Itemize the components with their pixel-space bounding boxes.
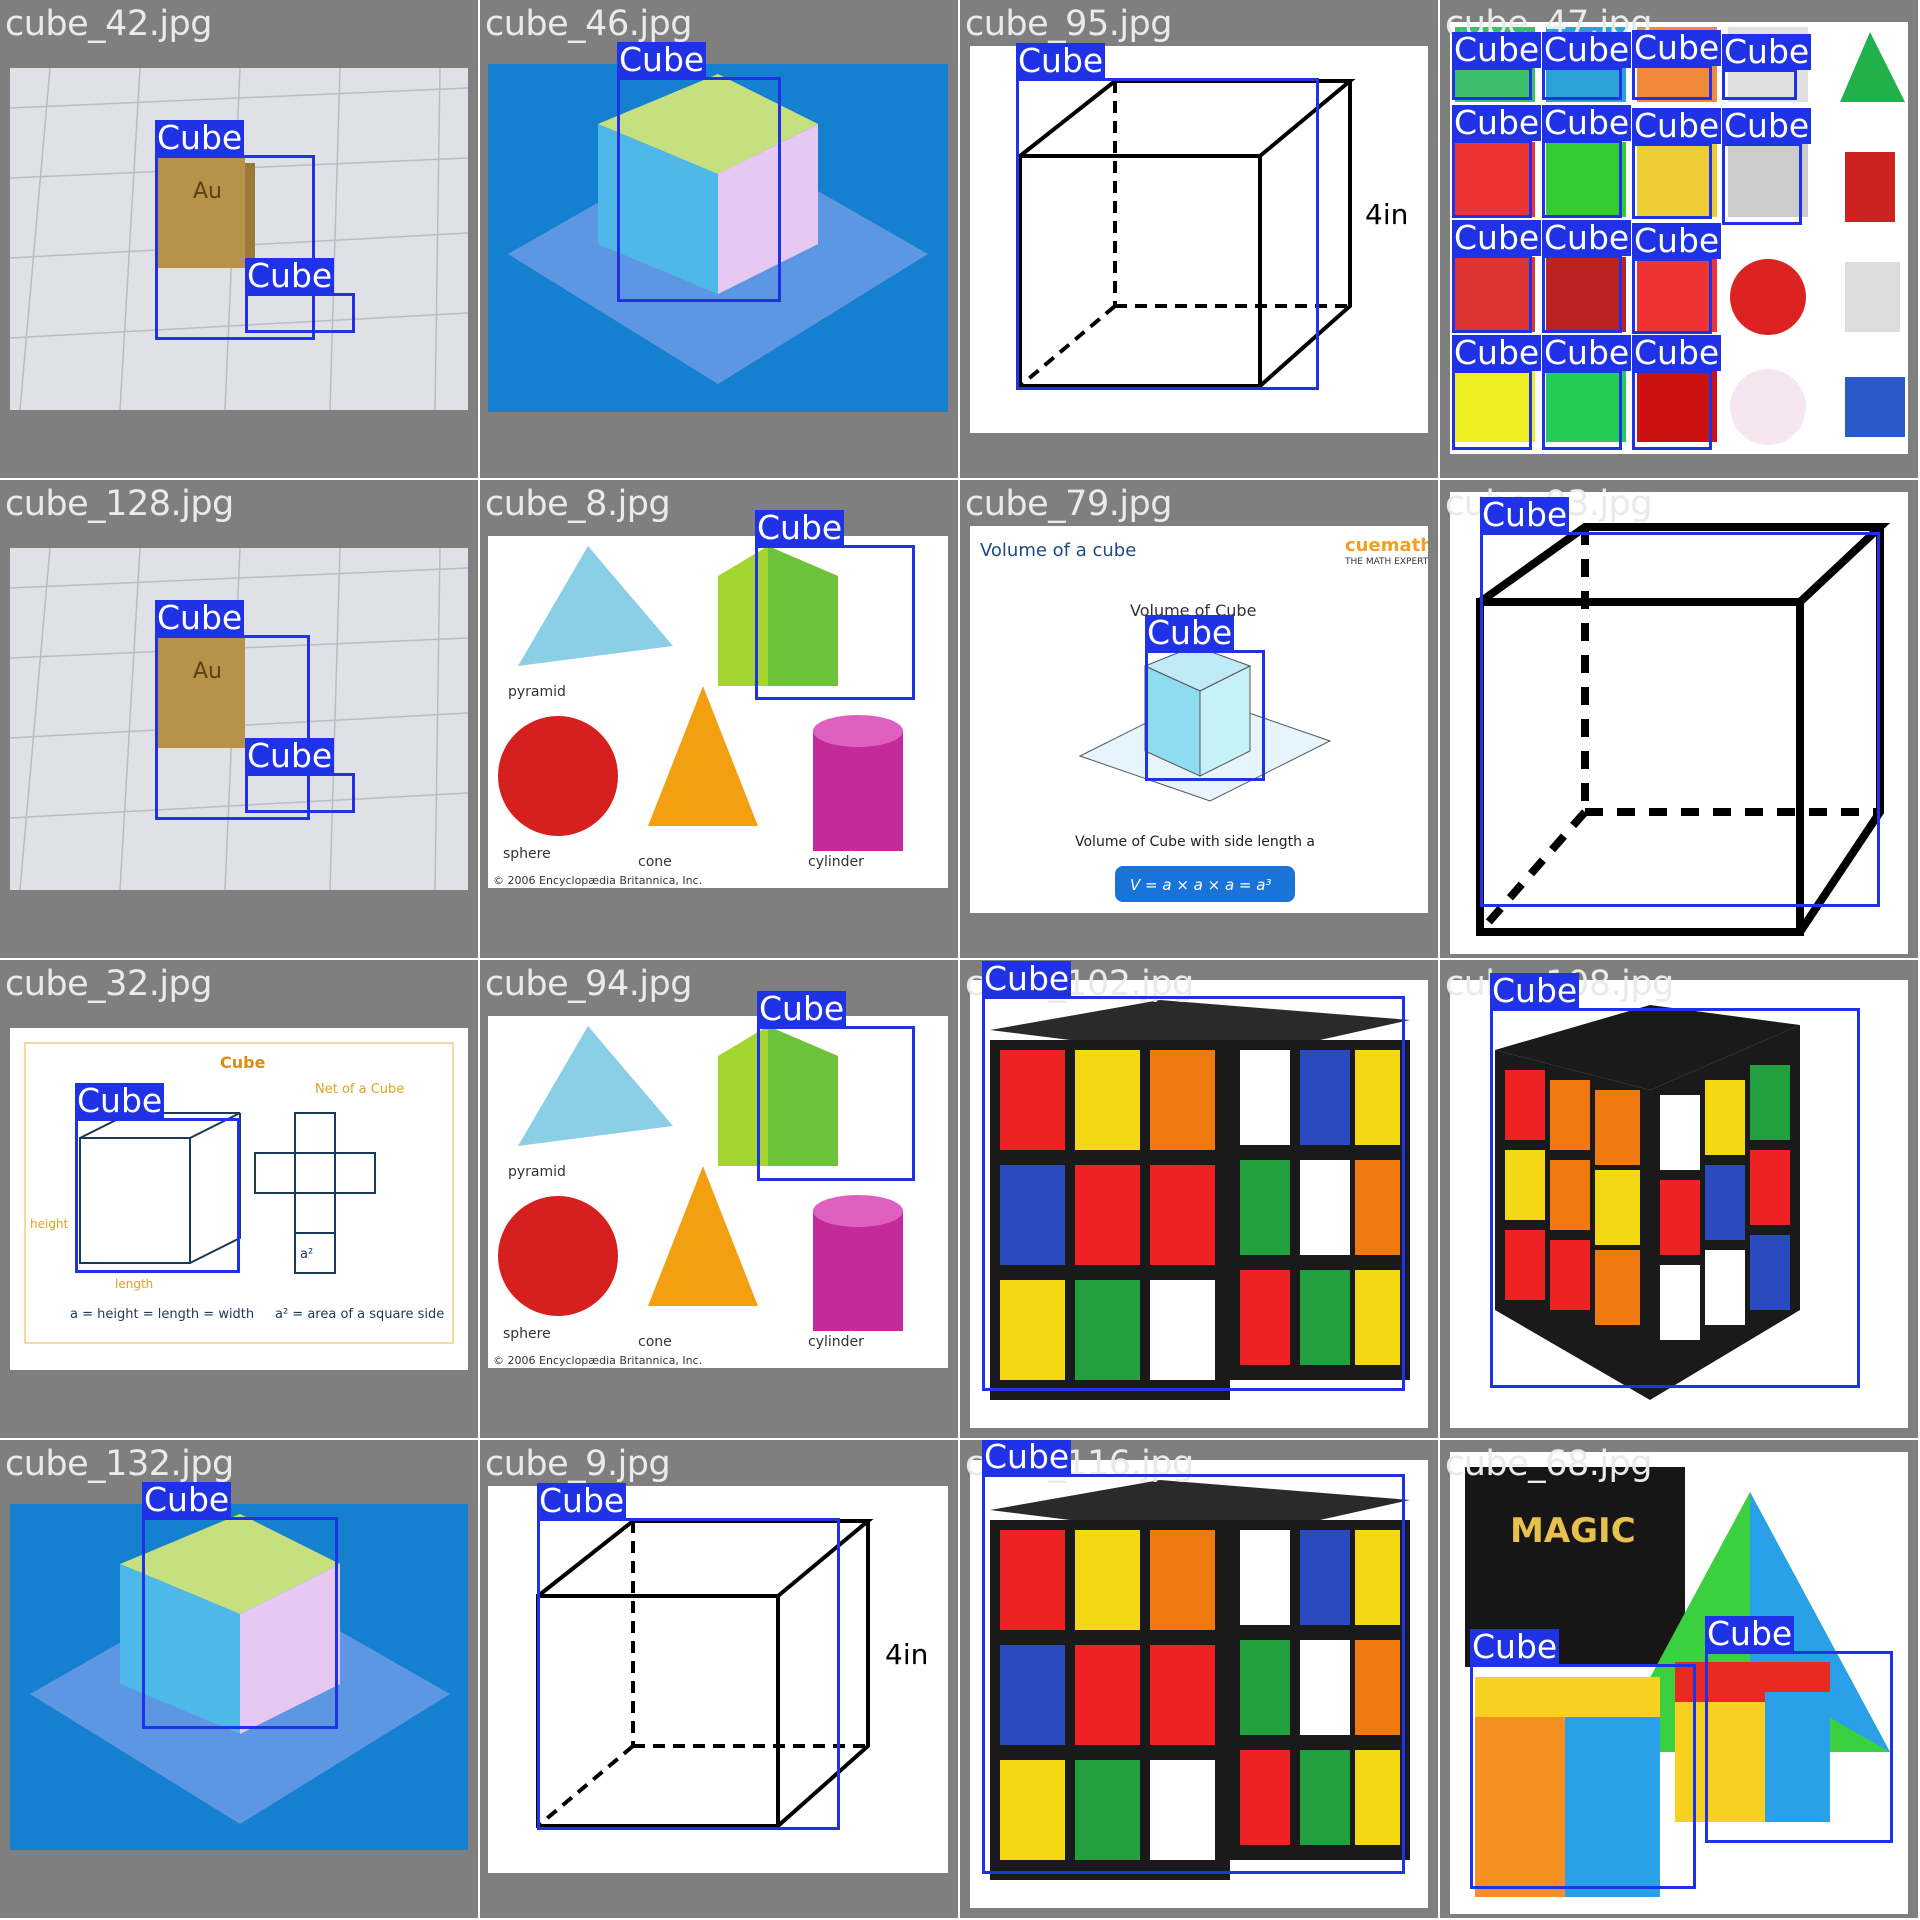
svg-text:a = height = length = width: a = height = length = width — [70, 1307, 254, 1322]
detection-box: Cube — [1145, 615, 1265, 781]
svg-text:Cube: Cube — [220, 1053, 266, 1072]
tile-cube-9: 4in cube_9.jpg Cube — [480, 1440, 958, 1918]
detection-box: Cube — [982, 1440, 1405, 1874]
file-name: cube_94.jpg — [485, 964, 693, 1004]
detection-box: Cube — [537, 1483, 840, 1830]
svg-text:MAGIC: MAGIC — [1510, 1511, 1636, 1551]
tile-cube-116: cube_116.jpg Cube — [960, 1440, 1438, 1918]
svg-text:sphere: sphere — [503, 846, 551, 862]
tile-cube-102: cube_102.jpg Cube — [960, 960, 1438, 1438]
detection-box: Cube — [75, 1083, 240, 1273]
file-name: cube_32.jpg — [5, 964, 213, 1004]
detection-box: Cube — [1470, 1629, 1696, 1889]
detection-box: Cube — [1452, 335, 1542, 450]
svg-text:© 2006 Encyclopædia Britannica: © 2006 Encyclopædia Britannica, Inc. — [493, 874, 702, 887]
svg-text:Volume of a cube: Volume of a cube — [980, 540, 1136, 561]
tile-cube-79: Volume of a cube cuemath THE MATH EXPERT… — [960, 480, 1438, 958]
tile-cube-94: pyramid sphere cone cylinder © 2006 Ency… — [480, 960, 958, 1438]
svg-text:cone: cone — [638, 854, 672, 870]
tile-cube-32: Cube Net of a Cube height length a² a = … — [0, 960, 478, 1438]
dimension-label: 4in — [885, 1638, 929, 1671]
svg-text:a²: a² — [300, 1247, 313, 1262]
tile-cube-46: cube_46.jpg Cube — [480, 0, 958, 478]
detection-box: Cube — [617, 42, 781, 302]
tile-cube-8: pyramid sphere cone cylinder © 2006 Ency… — [480, 480, 958, 958]
tile-cube-132: cube_132.jpg Cube — [0, 1440, 478, 1918]
svg-text:THE MATH EXPERT: THE MATH EXPERT — [1344, 557, 1428, 567]
detection-box: Cube — [1452, 32, 1542, 100]
dimension-label: 4in — [1365, 198, 1409, 231]
detection-box: Cube — [245, 258, 355, 333]
file-name: cube_46.jpg — [485, 4, 693, 44]
detection-box: Cube — [1542, 32, 1632, 100]
detection-box: Cube — [982, 961, 1405, 1391]
svg-text:cone: cone — [638, 1334, 672, 1350]
svg-text:length: length — [115, 1277, 153, 1291]
detection-box: Cube — [245, 738, 355, 813]
detection-box: Cube — [1722, 108, 1812, 225]
svg-text:height: height — [30, 1217, 69, 1231]
detection-box: Cube — [1452, 220, 1542, 333]
file-name: cube_68.jpg — [1445, 1444, 1653, 1484]
svg-text:© 2006 Encyclopædia Britannica: © 2006 Encyclopædia Britannica, Inc. — [493, 1354, 702, 1367]
detection-box: Cube — [1542, 105, 1632, 218]
detection-box: Cube — [1542, 335, 1632, 450]
tile-cube-42: cube_42.jpg Au Cube Cube — [0, 0, 478, 478]
tile-cube-108: cube_108.jpg Cube — [1440, 960, 1918, 1438]
detection-grid: cube_42.jpg Au Cube Cube cube_46.jpg Cub… — [0, 0, 1920, 1920]
detection-box: Cube — [1542, 220, 1632, 333]
tile-cube-47: cube_47.jpg Cube Cube Cube Cube Cube Cub… — [1440, 0, 1918, 478]
svg-text:Net of a Cube: Net of a Cube — [315, 1082, 404, 1097]
detection-box: Cube — [757, 991, 915, 1181]
svg-text:cylinder: cylinder — [808, 1334, 864, 1350]
tile-cube-93: cube_93.jpg Cube — [1440, 480, 1918, 958]
tile-cube-128: Au cube_128.jpg Cube Cube — [0, 480, 478, 958]
detection-box: Cube — [1452, 105, 1542, 218]
file-name: cube_79.jpg — [965, 484, 1173, 524]
detection-box: Cube — [755, 510, 915, 700]
detection-box: Cube — [1016, 43, 1319, 390]
detection-box: Cube — [1632, 30, 1722, 100]
tile-cube-68: MAGIC cube_68.jpg Cube Cube — [1440, 1440, 1918, 1918]
file-name: cube_95.jpg — [965, 4, 1173, 44]
file-name: cube_132.jpg — [5, 1444, 234, 1484]
detection-box: Cube — [1722, 34, 1812, 100]
svg-text:cuemath: cuemath — [1345, 535, 1428, 556]
tile-cube-95: 4in cube_95.jpg Cube — [960, 0, 1438, 478]
detection-box: Cube — [1490, 973, 1860, 1388]
svg-text:pyramid: pyramid — [508, 1164, 566, 1180]
svg-text:cylinder: cylinder — [808, 854, 864, 870]
detection-box: Cube — [1632, 223, 1722, 334]
detection-box: Cube — [1632, 335, 1722, 450]
detection-box: Cube — [1632, 108, 1722, 219]
file-name: cube_128.jpg — [5, 484, 234, 524]
svg-text:a² = area of a square side: a² = area of a square side — [275, 1307, 444, 1322]
svg-text:V = a × a × a = a³: V = a × a × a = a³ — [1130, 876, 1271, 894]
detection-box: Cube — [142, 1482, 338, 1729]
svg-text:sphere: sphere — [503, 1326, 551, 1342]
detection-box: Cube — [1480, 497, 1880, 907]
svg-text:Volume of Cube with side lengt: Volume of Cube with side length a — [1075, 834, 1315, 850]
file-name: cube_42.jpg — [5, 4, 213, 44]
svg-text:pyramid: pyramid — [508, 684, 566, 700]
file-name: cube_9.jpg — [485, 1444, 671, 1484]
detection-box: Cube — [1705, 1616, 1893, 1843]
file-name: cube_8.jpg — [485, 484, 671, 524]
